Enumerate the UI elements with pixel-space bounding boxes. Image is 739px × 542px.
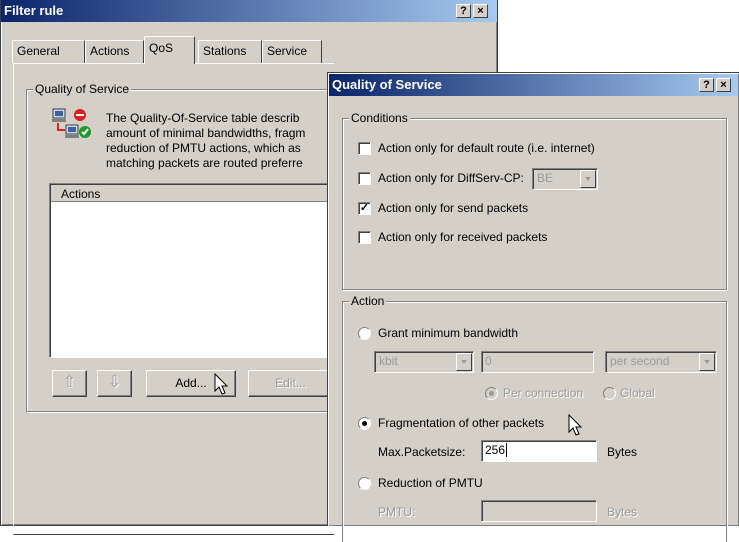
pmtu-input[interactable] [481,500,597,522]
actions-column-header[interactable]: Actions [51,185,340,202]
bandwidth-input[interactable]: 0 [481,351,594,373]
tab-general[interactable]: General [12,40,85,63]
global-label[interactable]: Global [620,386,655,400]
quality-of-service-dialog: Quality of Service ? × Conditions Action… [327,72,739,542]
description-line-2: amount of minimal bandwidths, fragm [106,126,306,140]
tab-actions[interactable]: Actions [85,40,144,63]
chevron-down-icon[interactable] [456,353,472,371]
grant-bandwidth-radio[interactable] [358,327,371,340]
edit-button[interactable]: Edit... [248,370,333,397]
chevron-down-icon[interactable] [699,353,715,371]
filter-rule-titlebar[interactable]: Filter rule ? × [1,0,497,22]
pmtu-bytes-label: Bytes [607,505,638,519]
group-label: Quality of Service [33,82,132,96]
conditions-label: Conditions [349,111,410,125]
diffserv-label[interactable]: Action only for DiffServ-CP: [378,171,524,185]
bytes-label: Bytes [607,445,638,459]
close-button[interactable]: × [473,4,488,18]
per-connection-label[interactable]: Per connection [503,386,583,400]
filter-rule-title: Filter rule [4,3,64,18]
network-icon [52,108,94,142]
default-route-checkbox[interactable] [358,142,371,155]
chevron-down-icon[interactable] [580,170,596,188]
tab-stations[interactable]: Stations [198,40,262,63]
fragmentation-radio[interactable] [358,417,371,430]
max-packetsize-label: Max.Packetsize: [378,445,466,459]
diffserv-select[interactable]: BE [532,168,598,190]
description-line-4: matching packets are routed preferre [106,156,303,170]
tab-qos[interactable]: QoS [144,36,195,64]
diffserv-checkbox[interactable] [358,172,371,185]
grant-bandwidth-label[interactable]: Grant minimum bandwidth [378,326,518,340]
pmtu-label: PMTU: [378,505,416,519]
tab-service[interactable]: Service [262,40,322,63]
send-packets-label[interactable]: Action only for send packets [378,201,528,215]
reduction-pmtu-label[interactable]: Reduction of PMTU [378,476,483,490]
default-route-label[interactable]: Action only for default route (i.e. inte… [378,141,595,155]
fragmentation-label[interactable]: Fragmentation of other packets [378,416,544,430]
received-packets-label[interactable]: Action only for received packets [378,230,547,244]
actions-list[interactable]: Actions [49,183,341,358]
period-select[interactable]: per second [605,351,717,373]
move-up-button[interactable]: ⇧ [52,370,87,397]
reduction-pmtu-radio[interactable] [358,477,371,490]
send-packets-checkbox[interactable]: ✓ [358,202,371,215]
mouse-pointer-icon [568,413,584,441]
move-down-button[interactable]: ⇩ [97,370,132,397]
global-radio[interactable] [603,387,616,400]
received-packets-checkbox[interactable] [358,231,371,244]
description-line-3: reduction of PMTU actions, which as [106,141,301,155]
close-button[interactable]: × [716,78,731,92]
help-button[interactable]: ? [456,4,471,18]
unit-select[interactable]: kbit [374,351,474,373]
qos-titlebar[interactable]: Quality of Service ? × [329,74,738,96]
max-packetsize-input[interactable]: 256 [481,440,597,462]
help-button[interactable]: ? [699,78,714,92]
mouse-pointer-icon [214,372,230,400]
description-line-1: The Quality-Of-Service table describ [106,111,300,125]
per-connection-radio[interactable] [485,387,498,400]
action-label: Action [349,294,387,308]
qos-dialog-title: Quality of Service [332,77,442,92]
